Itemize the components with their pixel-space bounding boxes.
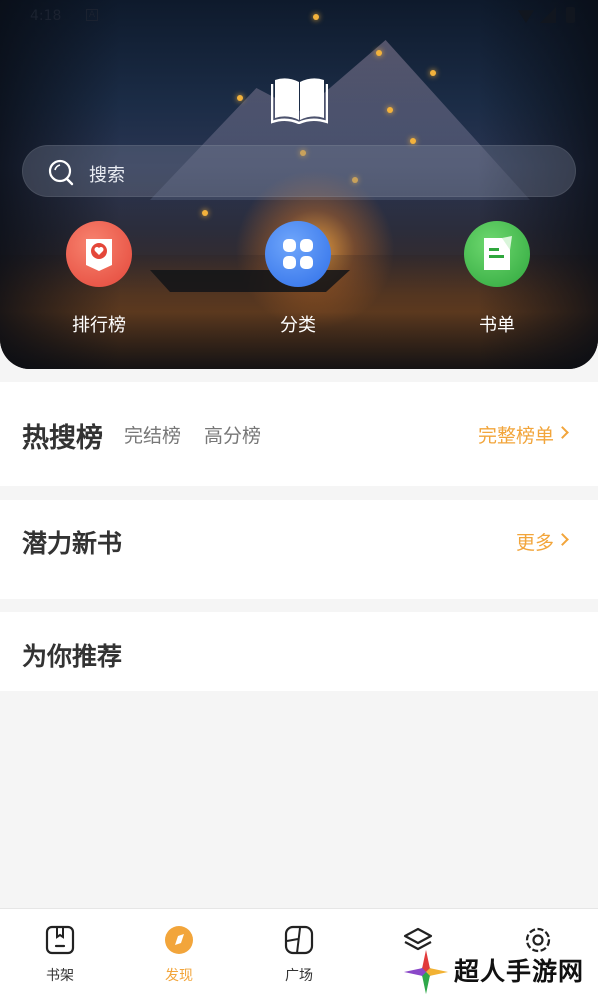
notification-a-icon: A <box>86 9 98 21</box>
tab-completed[interactable]: 完结榜 <box>124 421 181 448</box>
tab-high-score[interactable]: 高分榜 <box>204 421 261 448</box>
quick-booklist[interactable]: 书单 <box>432 221 562 337</box>
quick-ranking[interactable]: 排行榜 <box>34 221 164 337</box>
nav-square-label: 广场 <box>285 968 313 984</box>
firefly <box>376 50 382 56</box>
more-link[interactable]: 更多 <box>516 528 554 555</box>
full-ranking-link[interactable]: 完整榜单 <box>478 421 554 448</box>
nav-discover-label: 发现 <box>165 968 193 984</box>
search-icon <box>48 159 74 186</box>
quick-ranking-label: 排行榜 <box>72 315 126 336</box>
chevron-right-icon <box>556 426 569 439</box>
header-banner: 4:18 A 搜索 排行榜 分类 书单 <box>0 0 598 369</box>
status-time: 4:18 <box>30 8 62 24</box>
watermark-logo-icon <box>403 949 449 995</box>
watermark-text: 超人手游网 <box>454 957 585 986</box>
recommend-section: 为你推荐 <box>0 612 598 691</box>
square-icon <box>284 925 314 955</box>
ranking-icon <box>66 221 132 287</box>
open-book-icon <box>271 78 328 124</box>
wifi-icon <box>518 10 534 23</box>
category-icon <box>265 221 331 287</box>
bookshelf-icon <box>45 925 75 955</box>
status-bar: 4:18 A <box>0 0 598 32</box>
search-bar[interactable]: 搜索 <box>22 145 576 197</box>
potential-books-section: 潜力新书 更多 <box>0 500 598 599</box>
nav-bookshelf-label: 书架 <box>46 968 74 984</box>
nav-square[interactable]: 广场 <box>259 925 339 985</box>
chevron-right-icon <box>556 533 569 546</box>
watermark: 超人手游网 <box>400 946 596 996</box>
firefly <box>387 107 393 113</box>
recommend-title: 为你推荐 <box>22 642 123 671</box>
battery-icon <box>566 7 575 23</box>
quick-category-label: 分类 <box>280 315 316 336</box>
firefly <box>410 138 416 144</box>
firefly <box>430 70 436 76</box>
quick-booklist-label: 书单 <box>479 315 515 336</box>
firefly <box>202 210 208 216</box>
cell-signal-icon <box>540 7 556 23</box>
firefly <box>237 95 243 101</box>
search-placeholder: 搜索 <box>89 165 125 186</box>
quick-category[interactable]: 分类 <box>233 221 363 337</box>
booklist-icon <box>464 221 530 287</box>
potential-books-title: 潜力新书 <box>22 529 123 558</box>
hot-search-title[interactable]: 热搜榜 <box>22 416 103 455</box>
nav-discover[interactable]: 发现 <box>139 925 219 985</box>
hot-search-section: 热搜榜 完结榜 高分榜 完整榜单 <box>0 382 598 486</box>
nav-bookshelf[interactable]: 书架 <box>20 925 100 985</box>
discover-icon <box>165 926 193 954</box>
